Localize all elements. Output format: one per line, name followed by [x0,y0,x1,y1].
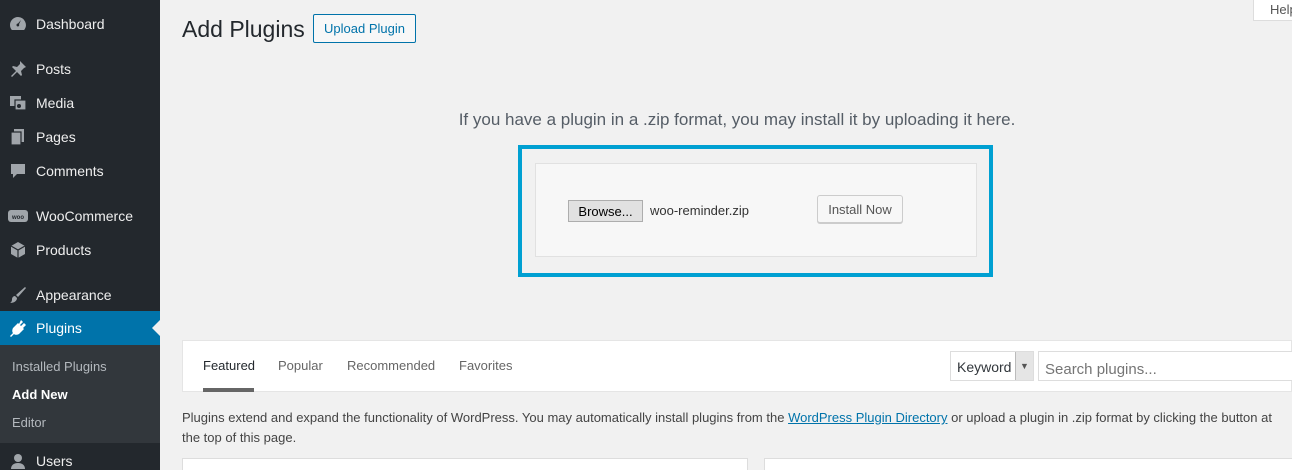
sidebar-item-label: Plugins [36,320,82,336]
active-tab-indicator [203,388,254,392]
plugin-directory-link[interactable]: WordPress Plugin Directory [788,410,947,425]
upload-instructions: If you have a plugin in a .zip format, y… [458,110,1016,129]
tab-recommended[interactable]: Recommended [347,358,435,373]
search-plugins-input[interactable] [1038,351,1292,381]
sidebar-item-media[interactable]: Media [0,86,160,120]
sidebar-item-label: WooCommerce [36,208,133,224]
description-text: Plugins extend and expand the functional… [182,410,789,425]
sidebar-item-label: Comments [36,163,104,179]
sidebar-item-label: Appearance [36,287,112,303]
plugins-description: Plugins extend and expand the functional… [182,408,1292,448]
selected-file-name: woo-reminder.zip [650,203,749,218]
submenu-editor[interactable]: Editor [12,415,46,430]
sidebar-item-label: Posts [36,61,72,77]
plugin-card [764,458,1292,470]
box-icon [8,240,28,260]
dashboard-icon [8,14,28,34]
sidebar-item-woocommerce[interactable]: woo WooCommerce [0,199,160,233]
search-type-value: Keyword [957,359,1012,375]
tab-favorites[interactable]: Favorites [459,358,512,373]
user-icon [8,451,28,470]
media-icon [8,93,28,113]
upload-plugin-button[interactable]: Upload Plugin [313,14,416,43]
install-now-button[interactable]: Install Now [817,195,903,223]
sidebar-item-plugins[interactable]: Plugins [0,311,160,345]
plugin-card [182,458,748,470]
page-title: Add Plugins [182,16,305,42]
sidebar-item-label: Dashboard [36,16,105,32]
submenu-installed-plugins[interactable]: Installed Plugins [12,359,107,374]
pin-icon [8,59,28,79]
sidebar-item-products[interactable]: Products [0,233,160,267]
chevron-down-icon: ▼ [1015,352,1033,380]
brush-icon [8,285,28,305]
tab-featured[interactable]: Featured [203,358,255,373]
sidebar-item-dashboard[interactable]: Dashboard [0,7,160,41]
comment-icon [8,161,28,181]
tab-popular[interactable]: Popular [278,358,323,373]
admin-sidebar: Dashboard Posts Media Pages Comments woo… [0,0,160,470]
sidebar-item-label: Pages [36,129,76,145]
sidebar-item-pages[interactable]: Pages [0,120,160,154]
help-tab[interactable]: Help [1253,0,1292,21]
plugins-submenu: Installed Plugins Add New Editor [0,345,160,443]
sidebar-item-appearance[interactable]: Appearance [0,278,160,312]
sidebar-item-label: Media [36,95,75,111]
sidebar-item-users[interactable]: Users [0,444,160,470]
sidebar-item-comments[interactable]: Comments [0,154,160,188]
pages-icon [8,127,28,147]
woo-icon: woo [8,206,28,226]
search-type-select[interactable]: Keyword ▼ [950,351,1034,381]
sidebar-item-label: Products [36,242,92,258]
sidebar-item-label: Users [36,453,73,469]
plugin-icon [8,318,28,338]
submenu-add-new[interactable]: Add New [12,387,68,402]
svg-text:woo: woo [11,215,24,221]
sidebar-item-posts[interactable]: Posts [0,52,160,86]
browse-button[interactable]: Browse... [568,200,643,222]
